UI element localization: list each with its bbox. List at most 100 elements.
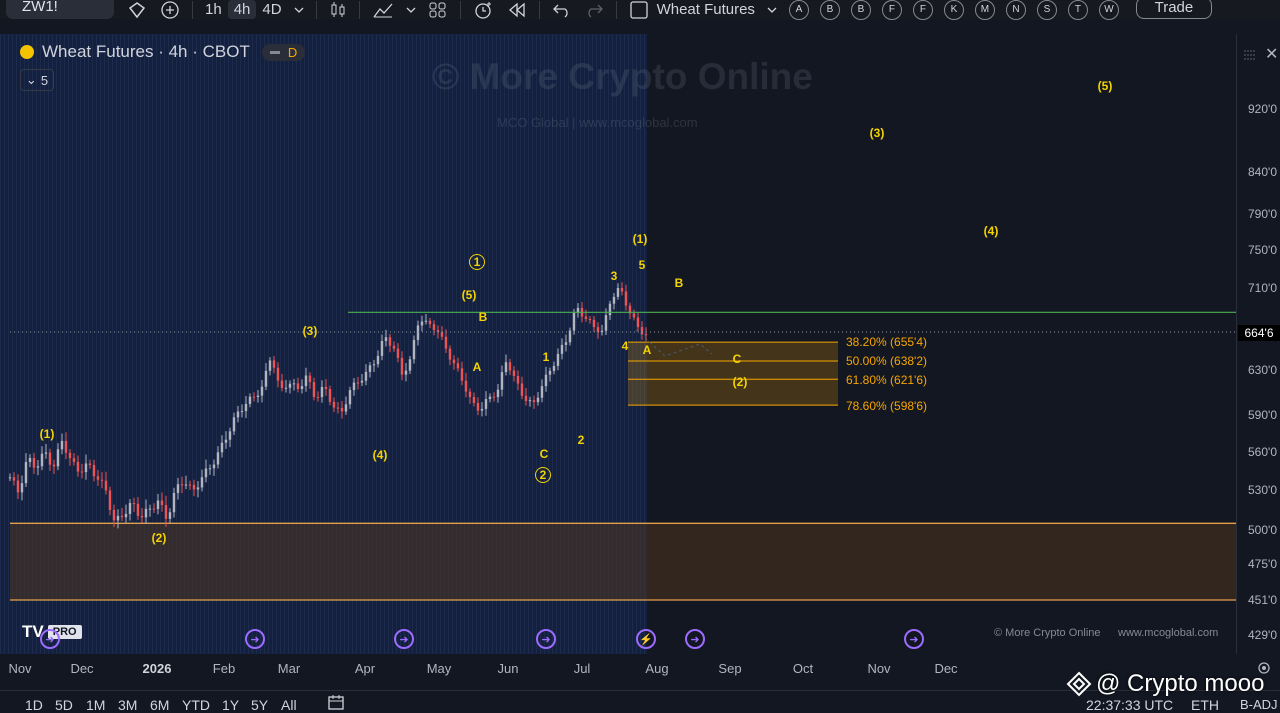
candle-body xyxy=(244,403,248,412)
chevron-down-icon[interactable] xyxy=(400,0,422,19)
candle-body xyxy=(100,479,104,481)
candle-body xyxy=(276,367,280,381)
add-symbol-icon[interactable] xyxy=(154,0,186,19)
interval-4d[interactable]: 4D xyxy=(256,0,287,19)
candle-body xyxy=(596,327,600,333)
event-icon[interactable]: ➜ xyxy=(536,629,556,649)
candle-body xyxy=(556,353,560,366)
range-1m[interactable]: 1M xyxy=(86,697,105,713)
candle-body xyxy=(444,336,448,349)
shortcut-k[interactable]: K xyxy=(943,0,964,20)
symbol-search[interactable]: ZW1! xyxy=(6,0,114,19)
shortcut-b[interactable]: B xyxy=(819,0,840,20)
layout-grid-icon[interactable] xyxy=(422,0,454,19)
candles-icon[interactable] xyxy=(323,0,353,19)
candle-body xyxy=(128,503,132,514)
indicators-icon[interactable] xyxy=(366,0,400,19)
shortcut-s[interactable]: S xyxy=(1036,0,1057,20)
candle-body xyxy=(304,375,308,387)
range-all[interactable]: All xyxy=(281,697,297,713)
shortcut-f2[interactable]: F xyxy=(912,0,933,20)
shortcut-f[interactable]: F xyxy=(881,0,902,20)
range-1d[interactable]: 1D xyxy=(25,697,43,713)
replay-icon[interactable] xyxy=(501,0,533,19)
candle-body xyxy=(96,476,100,480)
candle-body xyxy=(8,477,12,479)
time-label: Nov xyxy=(8,661,32,676)
shortcut-a[interactable]: A xyxy=(788,0,809,20)
interval-4h[interactable]: 4h xyxy=(227,0,257,19)
range-ytd[interactable]: YTD xyxy=(182,697,210,713)
undo-icon[interactable] xyxy=(546,0,578,19)
chevron-down-icon[interactable] xyxy=(288,0,310,19)
date-range-icon[interactable] xyxy=(327,694,345,713)
candle-body xyxy=(200,477,204,488)
wave-label-pB: B xyxy=(674,276,684,290)
watermark-sub: MCO Global | www.mcoglobal.com xyxy=(497,115,698,130)
candle-body xyxy=(308,375,312,383)
candle-body xyxy=(92,464,96,477)
range-5y[interactable]: 5Y xyxy=(251,697,268,713)
candle-body xyxy=(136,503,140,516)
compare-checkbox-icon[interactable] xyxy=(623,0,655,19)
chart-legend[interactable]: Wheat Futures · 4h · CBOT D xyxy=(20,42,306,62)
candle-body xyxy=(500,372,504,390)
chevron-down-icon[interactable] xyxy=(761,0,783,19)
candle-body xyxy=(588,318,592,320)
range-1y[interactable]: 1Y xyxy=(222,697,239,713)
range-3m[interactable]: 3M xyxy=(118,697,137,713)
shortcut-m[interactable]: M xyxy=(974,0,995,20)
time-label: 2026 xyxy=(142,661,172,676)
settings-icon[interactable] xyxy=(1243,48,1257,62)
shortcut-t[interactable]: T xyxy=(1067,0,1088,20)
shortcut-b2[interactable]: B xyxy=(850,0,871,20)
candle-body xyxy=(300,386,304,390)
wave-label-p2: (2) xyxy=(732,375,748,389)
time-label: Nov xyxy=(867,661,891,676)
time-label: Jun xyxy=(497,661,519,676)
candle-body xyxy=(116,515,120,521)
event-icon[interactable]: ➜ xyxy=(40,629,60,649)
range-6m[interactable]: 6M xyxy=(150,697,169,713)
shortcut-w[interactable]: W xyxy=(1098,0,1119,20)
instrument-name[interactable]: Wheat Futures xyxy=(655,0,761,19)
candle-body xyxy=(124,513,128,518)
alert-clock-icon[interactable] xyxy=(467,0,501,19)
shortcut-n[interactable]: N xyxy=(1005,0,1026,20)
price-label: 500'0 xyxy=(1248,523,1277,537)
candle-body xyxy=(228,431,232,440)
event-icon[interactable]: ➜ xyxy=(394,629,414,649)
candle-body xyxy=(68,452,72,459)
redo-icon[interactable] xyxy=(578,0,610,19)
close-icon[interactable]: ✕ xyxy=(1265,44,1278,64)
time-label: May xyxy=(426,661,452,676)
event-lightning-icon[interactable]: ⚡ xyxy=(636,629,656,649)
toolbar-divider xyxy=(615,0,617,19)
price-axis[interactable]: ✕ 920'0 840'0 790'0 750'0 710'0 630'0 590'0 560… xyxy=(1236,34,1280,654)
price-label: 840'0 xyxy=(1248,165,1277,179)
candle-body xyxy=(336,407,340,409)
toolbar-divider xyxy=(358,0,360,19)
interval-1h[interactable]: 1h xyxy=(199,0,228,19)
session-label[interactable]: ETH xyxy=(1191,697,1219,713)
candle-body xyxy=(400,357,404,375)
price-label: 475'0 xyxy=(1248,557,1277,571)
event-icon[interactable]: ➜ xyxy=(245,629,265,649)
candle-body xyxy=(260,386,264,396)
candle-body xyxy=(324,386,328,390)
event-icon[interactable]: ➜ xyxy=(904,629,924,649)
wave-label-pA: A xyxy=(642,343,652,357)
candle-body xyxy=(360,380,364,383)
alert-icon[interactable] xyxy=(120,0,154,19)
time-label: Dec xyxy=(70,661,94,676)
time-axis[interactable]: Nov Dec 2026 Feb Mar Apr May Jun Jul Aug… xyxy=(0,654,1236,684)
candle-body xyxy=(168,512,172,519)
range-5d[interactable]: 5D xyxy=(55,697,73,713)
indicators-collapse-button[interactable]: ⌄ 5 xyxy=(20,69,54,91)
event-icon[interactable]: ➜ xyxy=(685,629,705,649)
trade-button[interactable]: Trade xyxy=(1135,0,1212,19)
utc-time[interactable]: 22:37:33 UTC xyxy=(1086,697,1173,713)
candle-body xyxy=(572,312,576,331)
candle-body xyxy=(184,484,188,486)
price-label: 710'0 xyxy=(1248,281,1277,295)
